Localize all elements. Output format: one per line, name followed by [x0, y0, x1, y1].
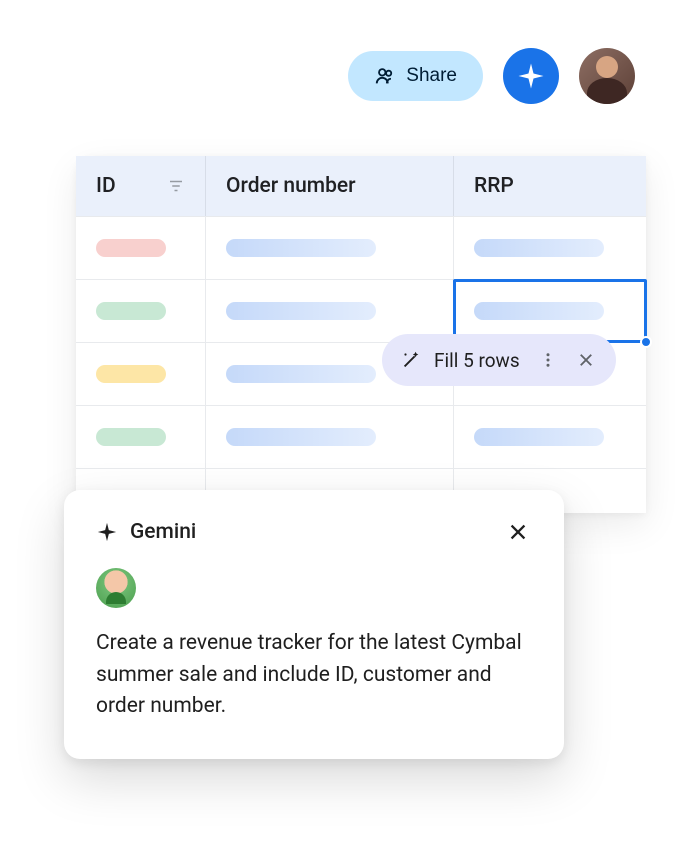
prompt-user-avatar	[96, 568, 136, 608]
gemini-panel-header: Gemini	[96, 518, 532, 546]
column-header-id[interactable]: ID	[76, 156, 206, 216]
topbar: Share	[348, 48, 635, 104]
placeholder-pill	[226, 302, 376, 320]
gemini-panel: Gemini Create a revenue tracker for the …	[64, 490, 564, 759]
cell-id[interactable]	[76, 343, 206, 405]
column-header-order-number[interactable]: Order number	[206, 156, 454, 216]
cell-id[interactable]	[76, 217, 206, 279]
placeholder-pill	[96, 365, 166, 383]
magic-wand-icon	[400, 349, 422, 371]
cell-order[interactable]	[206, 280, 454, 342]
placeholder-pill	[96, 428, 166, 446]
column-header-order-label: Order number	[226, 174, 356, 198]
column-header-id-label: ID	[96, 174, 116, 198]
more-options-button[interactable]	[532, 344, 564, 376]
table-header-row: ID Order number RRP	[76, 156, 646, 216]
cell-rrp-selected[interactable]	[454, 280, 646, 342]
cell-id[interactable]	[76, 406, 206, 468]
fill-rows-label[interactable]: Fill 5 rows	[428, 349, 526, 372]
gemini-title: Gemini	[96, 520, 196, 544]
sparkle-icon	[96, 521, 118, 543]
table-row	[76, 405, 646, 468]
user-avatar[interactable]	[579, 48, 635, 104]
column-header-rrp-label: RRP	[474, 174, 514, 198]
fill-popup-close-button[interactable]	[570, 344, 602, 376]
placeholder-pill	[96, 302, 166, 320]
gemini-prompt-text: Create a revenue tracker for the latest …	[96, 628, 532, 723]
gemini-badge-button[interactable]	[503, 48, 559, 104]
placeholder-pill	[96, 239, 166, 257]
table-row	[76, 279, 646, 342]
filter-icon[interactable]	[167, 177, 185, 195]
column-header-rrp[interactable]: RRP	[454, 156, 646, 216]
more-vertical-icon	[539, 351, 557, 369]
close-icon	[507, 521, 529, 543]
placeholder-pill	[474, 302, 604, 320]
gemini-title-label: Gemini	[130, 520, 196, 544]
sparkle-icon	[516, 61, 546, 91]
fill-rows-popup: Fill 5 rows	[382, 334, 616, 386]
placeholder-pill	[226, 428, 376, 446]
cell-order[interactable]	[206, 217, 454, 279]
cell-rrp[interactable]	[454, 217, 646, 279]
gemini-close-button[interactable]	[504, 518, 532, 546]
share-label: Share	[406, 65, 457, 87]
cell-id[interactable]	[76, 280, 206, 342]
placeholder-pill	[474, 239, 604, 257]
share-button[interactable]: Share	[348, 51, 483, 101]
cell-rrp[interactable]	[454, 406, 646, 468]
placeholder-pill	[226, 239, 376, 257]
cell-order[interactable]	[206, 406, 454, 468]
placeholder-pill	[226, 365, 376, 383]
table-row	[76, 216, 646, 279]
close-icon	[577, 351, 595, 369]
people-icon	[374, 65, 396, 87]
placeholder-pill	[474, 428, 604, 446]
